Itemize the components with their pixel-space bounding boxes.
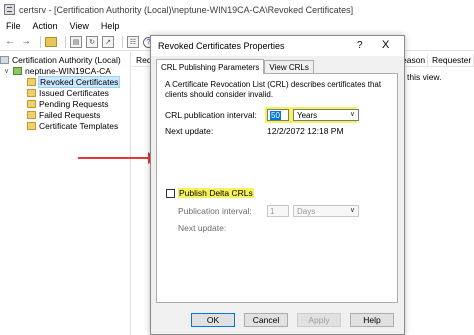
tree-item-certificate-templates[interactable]: Certificate Templates [0, 120, 130, 131]
tree-ca-label: neptune-WIN19CA-CA [25, 65, 111, 76]
folder-icon [27, 110, 36, 119]
crl-interval-unit-value: Years [297, 110, 318, 120]
tree-item-label: Failed Requests [39, 109, 101, 120]
tree-item-label: Certificate Templates [39, 120, 119, 131]
tree-root[interactable]: Certification Authority (Local) [0, 54, 130, 65]
chevron-down-icon: ∨ [349, 111, 355, 118]
tab-panel-crl-publishing: A Certificate Revocation List (CRL) desc… [156, 73, 398, 303]
tab-crl-publishing-parameters[interactable]: CRL Publishing Parameters [156, 59, 265, 74]
folder-icon [27, 121, 36, 130]
export-list-icon[interactable]: ↗ [102, 36, 114, 48]
back-arrow-icon[interactable]: ← [4, 36, 16, 48]
column-header-requester-name[interactable]: Requester N [428, 54, 474, 67]
up-folder-icon[interactable] [45, 37, 57, 47]
tree-item-issued-certificates[interactable]: Issued Certificates [0, 87, 130, 98]
refresh-icon[interactable]: ↻ [86, 36, 98, 48]
dialog-title: Revoked Certificates Properties [158, 41, 285, 51]
tree-item-label: Issued Certificates [39, 87, 109, 98]
folder-icon [27, 88, 36, 97]
publish-delta-crls-label[interactable]: Publish Delta CRLs [178, 188, 254, 198]
dialog-tabs: CRL Publishing Parameters View CRLs [156, 59, 314, 74]
expand-chevron-icon[interactable]: ∨ [4, 67, 12, 75]
tree-item-pending-requests[interactable]: Pending Requests [0, 98, 130, 109]
toolbar-separator [40, 36, 41, 48]
window-title: certsrv - [Certification Authority (Loca… [19, 4, 354, 15]
crl-interval-input[interactable]: 50 [267, 109, 289, 121]
ok-button[interactable]: OK [191, 313, 235, 327]
tree-root-label: Certification Authority (Local) [12, 54, 121, 65]
dialog-titlebar: Revoked Certificates Properties [151, 36, 404, 56]
apply-button[interactable]: Apply [297, 313, 341, 327]
dialog-help-button[interactable]: ? [357, 40, 363, 51]
menu-help[interactable]: Help [95, 21, 126, 31]
chevron-down-icon: ∨ [349, 207, 355, 214]
show-hide-tree-icon[interactable]: ▤ [70, 36, 82, 48]
console-tree: Certification Authority (Local) ∨ neptun… [0, 52, 131, 335]
tree-item-failed-requests[interactable]: Failed Requests [0, 109, 130, 120]
delta-interval-label: Publication interval: [178, 206, 252, 216]
dialog-close-button[interactable]: X [382, 39, 389, 51]
folder-icon [27, 99, 36, 108]
publish-delta-crls-checkbox[interactable] [166, 189, 175, 198]
forward-arrow-icon[interactable]: → [20, 36, 32, 48]
menu-view[interactable]: View [64, 21, 95, 31]
menu-action[interactable]: Action [27, 21, 64, 31]
revoked-certificates-properties-dialog: Revoked Certificates Properties ? X CRL … [150, 35, 405, 335]
help-button[interactable]: Help [350, 313, 394, 327]
tree-item-revoked-certificates[interactable]: Revoked Certificates [0, 75, 130, 88]
next-update-label: Next update: [165, 126, 214, 136]
crl-interval-value: 50 [270, 110, 281, 120]
tree-ca-node[interactable]: ∨ neptune-WIN19CA-CA [0, 65, 130, 76]
certsrv-app-icon [4, 4, 15, 15]
properties-icon[interactable]: ☷ [127, 36, 139, 48]
toolbar-separator [65, 36, 66, 48]
toolbar-separator [122, 36, 123, 48]
menu-bar: File Action View Help [0, 19, 474, 33]
crl-interval-label: CRL publication interval: [165, 110, 257, 120]
crl-description: A Certificate Revocation List (CRL) desc… [165, 80, 382, 99]
cancel-button[interactable]: Cancel [244, 313, 288, 327]
annotation-arrow-line [78, 157, 152, 159]
tab-view-crls[interactable]: View CRLs [264, 60, 314, 73]
delta-next-update-label: Next update: [178, 223, 227, 233]
delta-interval-input[interactable]: 1 [267, 205, 289, 217]
delta-interval-unit-select[interactable]: Days ∨ [293, 205, 359, 217]
delta-interval-unit-value: Days [297, 206, 316, 216]
next-update-value: 12/2/2072 12:18 PM [267, 126, 344, 136]
tree-item-label: Revoked Certificates [37, 75, 121, 88]
folder-icon [27, 77, 36, 86]
tree-item-label: Pending Requests [39, 98, 109, 109]
crl-interval-unit-select[interactable]: Years ∨ [293, 109, 359, 121]
ca-server-icon [13, 66, 22, 75]
delta-interval-value: 1 [270, 206, 275, 216]
certification-authority-icon [0, 55, 9, 64]
menu-file[interactable]: File [0, 21, 27, 31]
window-titlebar: certsrv - [Certification Authority (Loca… [0, 0, 474, 19]
